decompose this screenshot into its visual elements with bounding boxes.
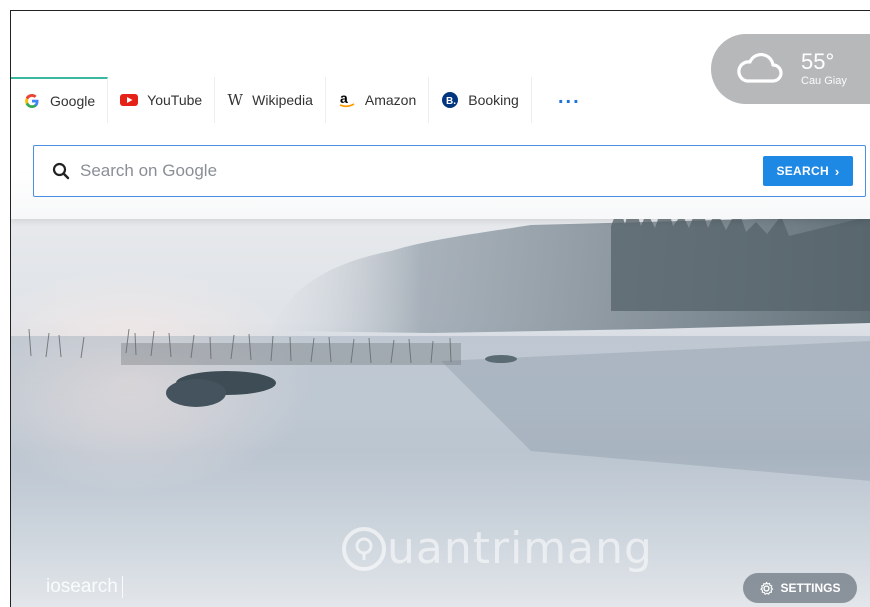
tab-label: Wikipedia bbox=[252, 92, 313, 108]
amazon-icon: a bbox=[338, 91, 356, 109]
tab-youtube[interactable]: YouTube bbox=[108, 77, 216, 123]
weather-temperature: 55° bbox=[801, 49, 835, 74]
tab-label: Amazon bbox=[364, 92, 417, 108]
svg-text:B.: B. bbox=[446, 96, 456, 107]
tab-booking[interactable]: B. Booking bbox=[429, 77, 532, 123]
wikipedia-icon: W bbox=[227, 91, 243, 109]
tab-label: Booking bbox=[468, 92, 519, 108]
brand-text: iosearch bbox=[46, 576, 118, 598]
svg-text:a: a bbox=[340, 91, 348, 106]
weather-city: Cau Giay bbox=[801, 75, 847, 87]
browser-newtab-page: Google YouTube W Wikipedia a Amazon B. B… bbox=[10, 10, 870, 607]
google-icon bbox=[23, 92, 41, 110]
tab-wikipedia[interactable]: W Wikipedia bbox=[215, 77, 326, 123]
tab-label: Google bbox=[50, 93, 96, 109]
cloud-icon bbox=[735, 53, 783, 85]
search-button-label: SEARCH bbox=[776, 164, 829, 178]
settings-label: SETTINGS bbox=[780, 581, 841, 595]
weather-info: 55° Cau Giay bbox=[801, 49, 847, 88]
tab-google[interactable]: Google bbox=[11, 77, 109, 123]
tab-amazon[interactable]: a Amazon bbox=[325, 77, 430, 123]
booking-icon: B. bbox=[441, 91, 459, 109]
watermark-text: uantrimang bbox=[387, 523, 653, 574]
brand-divider bbox=[121, 576, 123, 598]
more-engines-button[interactable]: ... bbox=[531, 77, 607, 123]
search-button[interactable]: SEARCH › bbox=[763, 156, 853, 186]
brand-logo: iosearch bbox=[46, 576, 123, 598]
settings-button[interactable]: SETTINGS bbox=[743, 573, 857, 603]
more-dots-icon: ... bbox=[557, 85, 581, 108]
search-input[interactable] bbox=[80, 156, 763, 186]
youtube-icon bbox=[120, 91, 139, 109]
search-engine-tabs: Google YouTube W Wikipedia a Amazon B. B… bbox=[11, 77, 607, 123]
search-bar: SEARCH › bbox=[33, 145, 866, 197]
search-icon bbox=[52, 162, 70, 180]
watermark-icon bbox=[342, 526, 386, 571]
weather-widget[interactable]: 55° Cau Giay bbox=[711, 34, 870, 104]
tab-label: YouTube bbox=[147, 92, 203, 108]
chevron-right-icon: › bbox=[834, 163, 840, 179]
watermark-logo: uantrimang bbox=[341, 523, 653, 574]
gear-icon bbox=[759, 581, 774, 596]
